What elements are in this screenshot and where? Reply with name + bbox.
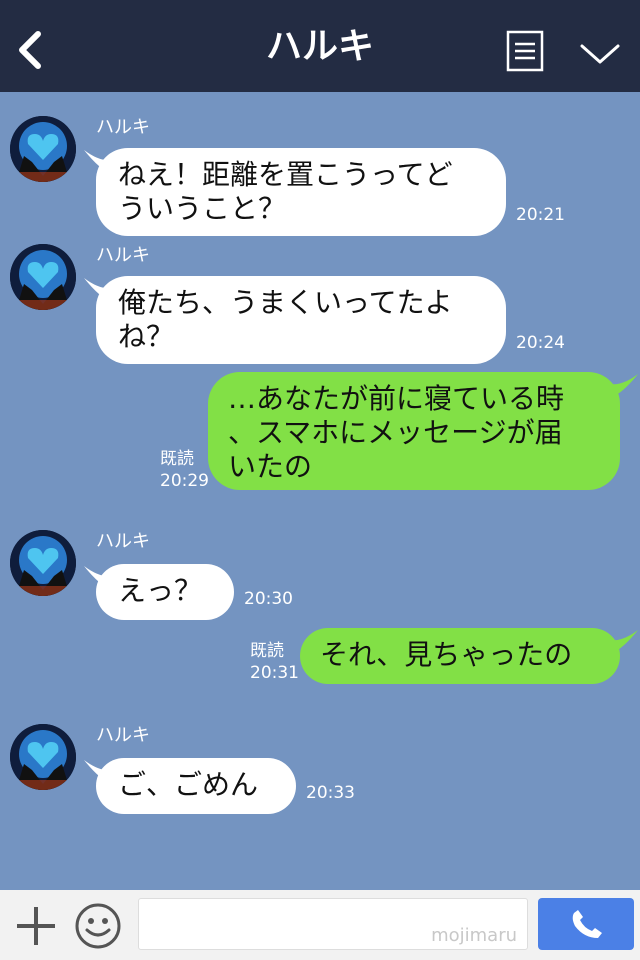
input-bar: mojimaru bbox=[0, 890, 640, 960]
read-receipt: 既読 bbox=[250, 641, 284, 661]
avatar-heart-hands-image bbox=[10, 244, 76, 310]
read-receipt: 既読 bbox=[160, 449, 194, 469]
message-time: 20:31 bbox=[250, 663, 299, 683]
chat-header: ハルキ bbox=[0, 0, 640, 92]
avatar[interactable] bbox=[10, 244, 76, 310]
avatar-heart-hands-image bbox=[10, 724, 76, 790]
message-line: ねえ！距離を置こうってど bbox=[118, 158, 453, 191]
phone-icon bbox=[572, 910, 602, 938]
bubble-tail bbox=[610, 630, 638, 654]
avatar-heart-hands-image bbox=[10, 116, 76, 182]
avatar[interactable] bbox=[10, 724, 76, 790]
smiley-icon[interactable] bbox=[74, 902, 122, 950]
message-bubble[interactable]: 俺たち、うまくいってたよ ね？ bbox=[96, 276, 506, 364]
message-line: 、スマホにメッセージが届 bbox=[228, 416, 563, 449]
message-bubble[interactable]: ご、ごめん bbox=[96, 758, 296, 814]
avatar[interactable] bbox=[10, 530, 76, 596]
chevron-down-icon[interactable] bbox=[578, 40, 622, 68]
message-line: えっ？ bbox=[118, 574, 203, 607]
watermark: mojimaru bbox=[431, 925, 517, 946]
plus-icon[interactable] bbox=[14, 904, 58, 948]
message-time: 20:29 bbox=[160, 471, 209, 491]
message-line: 俺たち、うまくいってたよ bbox=[118, 286, 453, 319]
message-time: 20:21 bbox=[516, 205, 565, 225]
chat-area[interactable]: ハルキ ねえ！距離を置こうってど ういうこと？ 20:21 ハルキ 俺たち、うま… bbox=[0, 92, 640, 890]
message-line: いたの bbox=[228, 450, 313, 483]
message-time: 20:24 bbox=[516, 333, 565, 353]
avatar[interactable] bbox=[10, 116, 76, 182]
avatar-heart-hands-image bbox=[10, 530, 76, 596]
message-time: 20:33 bbox=[306, 783, 355, 803]
call-button[interactable] bbox=[538, 898, 634, 950]
bubble-tail bbox=[610, 374, 638, 398]
list-menu-icon[interactable] bbox=[506, 30, 544, 72]
sender-name: ハルキ bbox=[96, 117, 150, 138]
message-bubble[interactable]: ねえ！距離を置こうってど ういうこと？ bbox=[96, 148, 506, 236]
chat-title: ハルキ bbox=[265, 26, 374, 67]
message-line: それ、見ちゃったの bbox=[320, 638, 573, 671]
message-line: ういうこと？ bbox=[118, 192, 287, 225]
sender-name: ハルキ bbox=[96, 725, 150, 746]
message-bubble[interactable]: えっ？ bbox=[96, 564, 234, 620]
message-bubble-sent[interactable]: それ、見ちゃったの bbox=[300, 628, 620, 684]
message-bubble-sent[interactable]: …あなたが前に寝ている時 、スマホにメッセージが届 いたの bbox=[208, 372, 620, 490]
sender-name: ハルキ bbox=[96, 531, 150, 552]
message-time: 20:30 bbox=[244, 589, 293, 609]
message-input[interactable]: mojimaru bbox=[138, 898, 528, 950]
message-line: ご、ごめん bbox=[118, 768, 259, 801]
message-line: ね？ bbox=[118, 320, 175, 353]
sender-name: ハルキ bbox=[96, 245, 150, 266]
message-line: …あなたが前に寝ている時 bbox=[228, 382, 565, 415]
